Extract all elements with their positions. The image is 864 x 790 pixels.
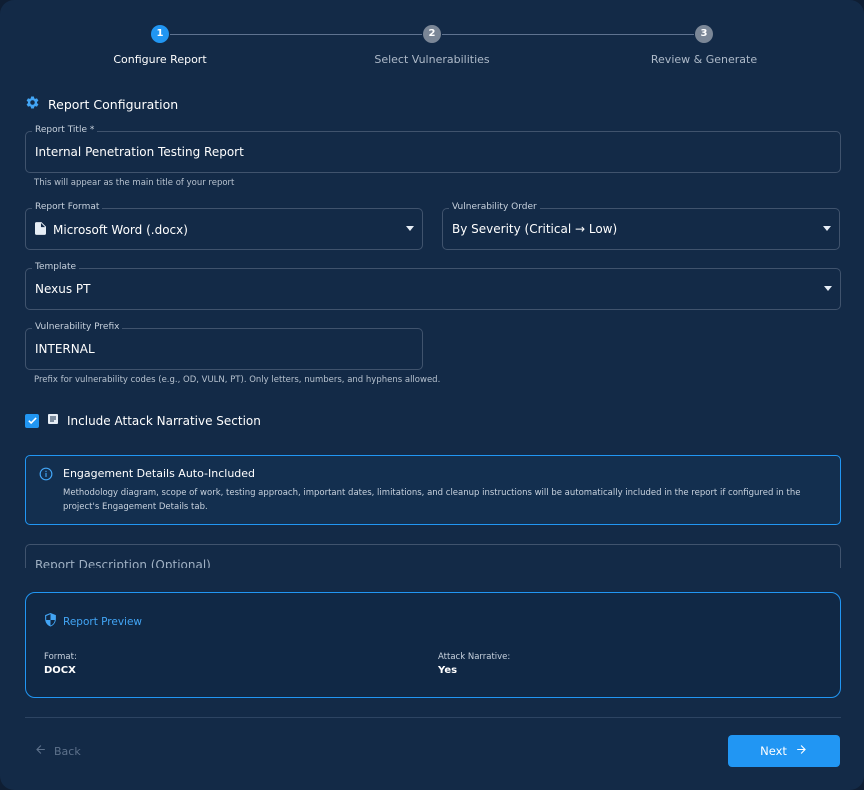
vulnerability-prefix-label: Vulnerability Prefix — [32, 322, 123, 332]
vulnerability-order-select[interactable]: Vulnerability Order By Severity (Critica… — [442, 202, 840, 250]
back-button-label: Back — [54, 744, 81, 758]
preview-title-text: Report Preview — [63, 615, 143, 628]
preview-format-value: DOCX — [44, 665, 76, 676]
report-format-value: Microsoft Word (.docx) — [53, 223, 188, 237]
vulnerability-prefix-field[interactable]: Vulnerability Prefix INTERNAL — [25, 322, 423, 370]
check-icon — [27, 417, 37, 425]
step-label: Configure Report — [113, 53, 207, 66]
info-icon — [39, 466, 53, 485]
next-button-label: Next — [760, 744, 787, 758]
section-title: Report Configuration — [25, 95, 178, 113]
template-select[interactable]: Template Nexus PT — [25, 262, 841, 310]
report-format-label: Report Format — [32, 202, 103, 212]
attack-narrative-label: Include Attack Narrative Section — [67, 413, 261, 428]
report-preview-card: Report Preview Format: DOCX Attack Narra… — [25, 592, 841, 698]
step-select-vulnerabilities[interactable]: 2 Select Vulnerabilities — [342, 24, 522, 66]
attack-narrative-checkbox[interactable] — [25, 413, 39, 428]
attack-narrative-toggle[interactable]: Include Attack Narrative Section — [25, 413, 261, 428]
vulnerability-order-value: By Severity (Critical → Low) — [452, 222, 618, 236]
engagement-info-alert: Engagement Details Auto-Included Methodo… — [25, 455, 841, 525]
preview-title: Report Preview — [44, 613, 142, 630]
template-value: Nexus PT — [35, 282, 91, 296]
preview-narrative-label: Attack Narrative: — [438, 652, 511, 662]
vulnerability-order-label: Vulnerability Order — [449, 202, 540, 212]
alert-title: Engagement Details Auto-Included — [63, 467, 256, 480]
step-review-generate[interactable]: 3 Review & Generate — [614, 24, 794, 66]
report-wizard-dialog: 1 Configure Report 2 Select Vulnerabilit… — [0, 0, 864, 790]
step-number: 1 — [151, 25, 169, 43]
back-button[interactable]: Back — [34, 743, 81, 759]
report-format-select[interactable]: Report Format Microsoft Word (.docx) — [25, 202, 423, 250]
arrow-right-icon — [795, 743, 808, 759]
alert-text: Methodology diagram, scope of work, test… — [63, 488, 801, 512]
step-label: Select Vulnerabilities — [374, 53, 490, 66]
template-label: Template — [32, 262, 80, 272]
document-icon — [35, 222, 46, 238]
chevron-down-icon — [824, 286, 832, 291]
report-title-label: Report Title * — [32, 125, 98, 135]
step-number: 2 — [423, 25, 441, 43]
report-description-label: Report Description (Optional) — [35, 558, 211, 568]
next-button[interactable]: Next — [728, 735, 840, 767]
gear-icon — [25, 95, 40, 113]
article-icon — [47, 413, 59, 428]
report-description-field[interactable]: Report Description (Optional) — [25, 544, 841, 568]
shield-icon — [44, 613, 57, 630]
chevron-down-icon — [823, 226, 831, 231]
stepper: 1 Configure Report 2 Select Vulnerabilit… — [0, 24, 864, 74]
vulnerability-prefix-value: INTERNAL — [35, 342, 95, 356]
step-label: Review & Generate — [650, 53, 758, 66]
step-configure-report[interactable]: 1 Configure Report — [70, 24, 250, 66]
preview-format-label: Format: — [44, 652, 77, 662]
step-number: 3 — [695, 25, 713, 43]
report-format-value-wrap: Microsoft Word (.docx) — [35, 222, 188, 238]
vulnerability-prefix-helper: Prefix for vulnerability codes (e.g., OD… — [34, 375, 441, 385]
arrow-left-icon — [34, 743, 47, 759]
preview-narrative-value: Yes — [438, 665, 458, 676]
report-title-helper: This will appear as the main title of yo… — [34, 178, 235, 188]
footer-divider — [25, 717, 841, 718]
report-title-value: Internal Penetration Testing Report — [35, 145, 244, 159]
section-title-text: Report Configuration — [48, 96, 179, 112]
report-title-field[interactable]: Report Title * Internal Penetration Test… — [25, 125, 841, 173]
chevron-down-icon — [406, 226, 414, 231]
